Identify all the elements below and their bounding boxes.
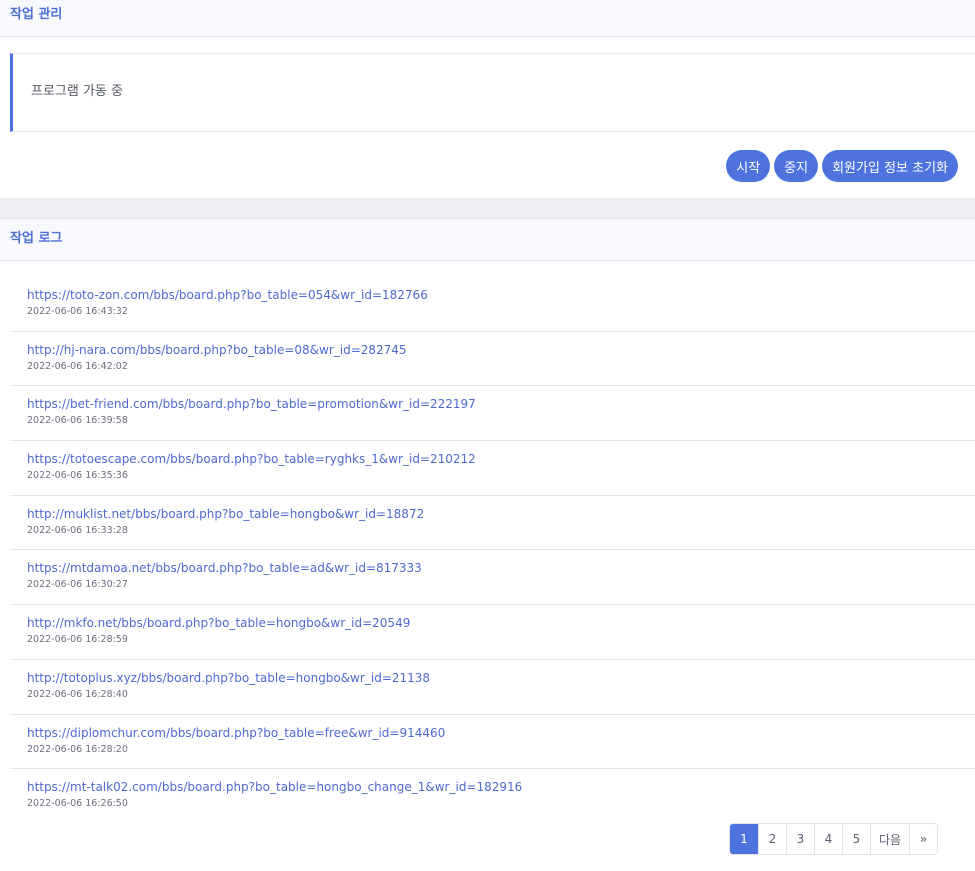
page-3-button[interactable]: 3 — [786, 824, 814, 854]
log-entry: http://mkfo.net/bbs/board.php?bo_table=h… — [10, 605, 975, 660]
log-timestamp: 2022-06-06 16:33:28 — [27, 524, 128, 536]
log-panel-title: 작업 로그 — [0, 218, 975, 261]
log-url-link[interactable]: http://mkfo.net/bbs/board.php?bo_table=h… — [27, 616, 975, 631]
task-management-panel: 작업 관리 프로그램 가동 중 시작 중지 회원가입 정보 초기화 — [0, 0, 975, 198]
log-url-link[interactable]: http://muklist.net/bbs/board.php?bo_tabl… — [27, 507, 975, 522]
log-timestamp: 2022-06-06 16:28:40 — [27, 688, 128, 700]
log-timestamp: 2022-06-06 16:39:58 — [27, 415, 128, 427]
start-button[interactable]: 시작 — [726, 150, 771, 182]
page-4-button[interactable]: 4 — [814, 824, 842, 854]
log-timestamp: 2022-06-06 16:43:32 — [27, 306, 128, 317]
log-entry: https://mt-talk02.com/bbs/board.php?bo_t… — [10, 769, 975, 824]
stop-button[interactable]: 중지 — [774, 150, 819, 182]
log-url-link[interactable]: https://mt-talk02.com/bbs/board.php?bo_t… — [27, 780, 975, 795]
next-page-button[interactable]: 다음 — [870, 824, 909, 854]
log-url-link[interactable]: http://hj-nara.com/bbs/board.php?bo_tabl… — [27, 343, 975, 358]
log-entry: https://diplomchur.com/bbs/board.php?bo_… — [10, 715, 975, 770]
log-entry: http://muklist.net/bbs/board.php?bo_tabl… — [10, 496, 975, 551]
status-message: 프로그램 가동 중 — [10, 53, 975, 132]
log-entry: http://hj-nara.com/bbs/board.php?bo_tabl… — [10, 332, 975, 387]
log-url-link[interactable]: https://diplomchur.com/bbs/board.php?bo_… — [27, 726, 975, 741]
log-timestamp: 2022-06-06 16:26:50 — [27, 798, 128, 810]
task-panel-title: 작업 관리 — [0, 0, 975, 37]
log-url-link[interactable]: https://toto-zon.com/bbs/board.php?bo_ta… — [27, 288, 975, 303]
log-entry: http://totoplus.xyz/bbs/board.php?bo_tab… — [10, 660, 975, 715]
log-timestamp: 2022-06-06 16:35:36 — [27, 470, 128, 482]
page-2-button[interactable]: 2 — [758, 824, 786, 854]
last-page-button[interactable]: » — [909, 824, 937, 854]
log-timestamp: 2022-06-06 16:28:59 — [27, 634, 128, 646]
log-list: https://toto-zon.com/bbs/board.php?bo_ta… — [10, 277, 975, 824]
log-url-link[interactable]: https://totoescape.com/bbs/board.php?bo_… — [27, 452, 975, 467]
log-entry: https://bet-friend.com/bbs/board.php?bo_… — [10, 386, 975, 442]
log-entry: https://mtdamoa.net/bbs/board.php?bo_tab… — [10, 550, 975, 606]
pagination: 1 2 3 4 5 다음 » — [729, 823, 939, 855]
action-buttons: 시작 중지 회원가입 정보 초기화 — [726, 150, 958, 182]
log-entry: https://toto-zon.com/bbs/board.php?bo_ta… — [10, 277, 975, 332]
page-5-button[interactable]: 5 — [842, 824, 870, 854]
page-1-button[interactable]: 1 — [730, 824, 758, 854]
log-timestamp: 2022-06-06 16:28:20 — [27, 743, 128, 755]
log-timestamp: 2022-06-06 16:30:27 — [27, 579, 128, 591]
log-url-link[interactable]: http://totoplus.xyz/bbs/board.php?bo_tab… — [27, 671, 975, 686]
log-timestamp: 2022-06-06 16:42:02 — [27, 360, 128, 372]
log-url-link[interactable]: https://mtdamoa.net/bbs/board.php?bo_tab… — [27, 561, 975, 576]
log-url-link[interactable]: https://bet-friend.com/bbs/board.php?bo_… — [27, 397, 975, 412]
log-entry: https://totoescape.com/bbs/board.php?bo_… — [10, 441, 975, 496]
reset-signup-info-button[interactable]: 회원가입 정보 초기화 — [822, 150, 958, 182]
